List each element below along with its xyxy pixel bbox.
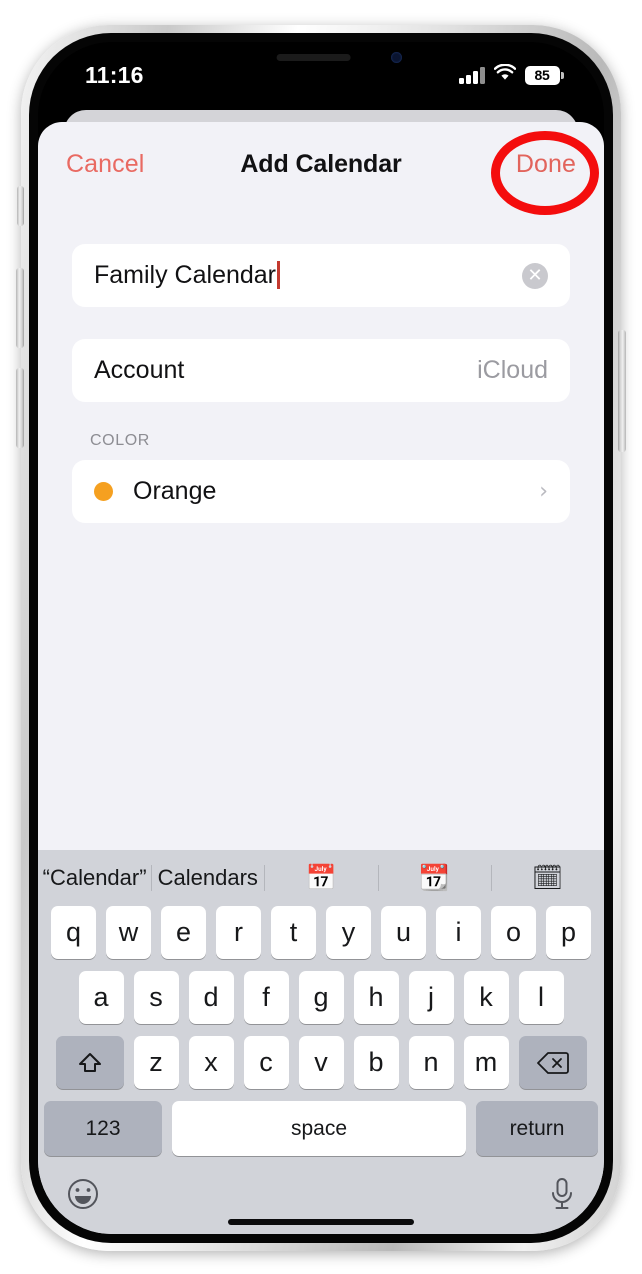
key-k[interactable]: k [463,971,509,1024]
phone-screen: 11:16 85 Cancel Add Calendar Done Family… [38,42,604,1234]
color-section-header: COLOR [90,432,150,449]
key-m[interactable]: m [463,1036,509,1089]
home-indicator[interactable] [228,1219,414,1225]
prediction-candidate[interactable]: “Calendar” [38,865,151,891]
volume-down-button[interactable] [16,368,24,448]
key-a[interactable]: a [78,971,124,1024]
key-b[interactable]: b [353,1036,399,1089]
key-h[interactable]: h [353,971,399,1024]
calendar-name-input[interactable]: Family Calendar [94,261,522,290]
key-s[interactable]: s [133,971,179,1024]
return-key[interactable]: return [476,1101,598,1156]
onscreen-keyboard: “Calendar” Calendars 📅 📆 🗓 q w e r t y u… [38,850,604,1234]
cellular-signal-icon [459,66,485,84]
battery-level-label: 85 [524,65,560,85]
key-j[interactable]: j [408,971,454,1024]
account-row[interactable]: Account iCloud [72,339,570,402]
color-swatch-icon [94,482,113,501]
shift-icon[interactable] [55,1036,124,1089]
keyboard-row-controls: 123 space return [38,1101,604,1156]
key-q[interactable]: q [51,906,96,959]
key-c[interactable]: c [243,1036,289,1089]
emoji-suggestion[interactable]: 🗓 [491,863,604,893]
volume-up-button[interactable] [16,268,24,348]
key-y[interactable]: y [326,906,371,959]
done-button[interactable]: Done [516,150,576,179]
emoji-icon[interactable] [66,1177,100,1216]
key-n[interactable]: n [408,1036,454,1089]
key-z[interactable]: z [133,1036,179,1089]
battery-icon: 85 [524,65,564,85]
status-indicators: 85 [459,63,564,86]
front-camera [391,52,402,63]
chevron-right-icon: › [539,479,548,504]
power-button[interactable] [618,330,626,452]
color-value-label: Orange [133,477,217,505]
predictive-text-bar: “Calendar” Calendars 📅 📆 🗓 [38,850,604,906]
wifi-icon [493,63,516,86]
earpiece-speaker [276,54,351,61]
account-label: Account [94,356,185,384]
calendar-name-field[interactable]: Family Calendar ✕ [72,244,570,307]
delete-icon[interactable] [518,1036,587,1089]
status-time: 11:16 [85,62,144,88]
notch [214,42,428,76]
key-p[interactable]: p [546,906,591,959]
key-o[interactable]: o [491,906,536,959]
account-value: iCloud [477,356,548,384]
key-u[interactable]: u [381,906,426,959]
key-r[interactable]: r [216,906,261,959]
key-t[interactable]: t [271,906,316,959]
key-v[interactable]: v [298,1036,344,1089]
calendar-name-text: Family Calendar [94,261,277,289]
key-e[interactable]: e [161,906,206,959]
key-g[interactable]: g [298,971,344,1024]
key-d[interactable]: d [188,971,234,1024]
keyboard-row-middle: a s d f g h j k l [38,971,604,1024]
microphone-icon[interactable] [548,1177,576,1216]
key-w[interactable]: w [106,906,151,959]
battery-cap [561,71,564,79]
clear-text-icon[interactable]: ✕ [522,262,548,289]
navigation-bar: Cancel Add Calendar Done [38,122,604,204]
emoji-suggestion[interactable]: 📅 [264,863,377,893]
emoji-suggestion[interactable]: 📆 [378,863,491,893]
space-key[interactable]: space [172,1101,466,1156]
key-l[interactable]: l [518,971,564,1024]
keyboard-row-top: q w e r t y u i o p [38,906,604,959]
numbers-key[interactable]: 123 [44,1101,162,1156]
key-i[interactable]: i [436,906,481,959]
mute-switch[interactable] [17,186,24,226]
prediction-candidate[interactable]: Calendars [151,865,264,891]
keyboard-row-bottom: z x c v b n m [38,1036,604,1089]
add-calendar-sheet: Cancel Add Calendar Done Family Calendar… [38,122,604,1234]
color-row[interactable]: Orange › [72,460,570,523]
key-f[interactable]: f [243,971,289,1024]
key-x[interactable]: x [188,1036,234,1089]
text-cursor [277,261,280,289]
